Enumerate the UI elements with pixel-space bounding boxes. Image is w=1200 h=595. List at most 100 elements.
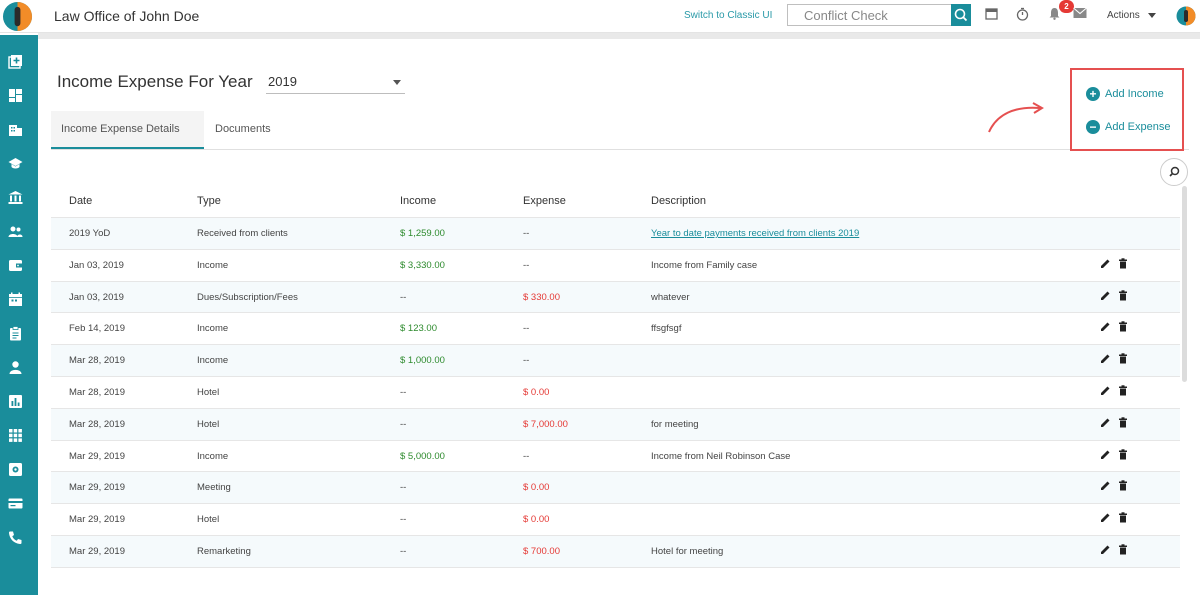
cell-type: Hotel bbox=[197, 418, 220, 430]
cell-expense: $ 0.00 bbox=[523, 482, 550, 494]
delete-icon[interactable] bbox=[1118, 289, 1128, 301]
year-select[interactable]: 2019 bbox=[266, 74, 405, 94]
actions-menu[interactable]: Actions bbox=[1107, 10, 1140, 21]
people-icon[interactable] bbox=[8, 224, 23, 239]
delete-icon[interactable] bbox=[1118, 385, 1128, 396]
chart-icon[interactable] bbox=[8, 394, 23, 409]
chevron-down-icon[interactable] bbox=[1148, 13, 1156, 18]
switch-classic-ui-link[interactable]: Switch to Classic UI bbox=[684, 10, 772, 21]
table-row[interactable]: Mar 29, 2019 Meeting -- $ 0.00 bbox=[51, 472, 1180, 505]
add-income-button[interactable]: + Add Income bbox=[1086, 87, 1164, 101]
delete-icon[interactable] bbox=[1118, 321, 1128, 332]
table-scrollbar[interactable] bbox=[1182, 186, 1187, 382]
table-row[interactable]: Feb 14, 2019 Income $ 123.00 -- ffsgfsgf bbox=[51, 313, 1180, 346]
mail-icon[interactable] bbox=[1073, 7, 1087, 19]
header-income[interactable]: Income bbox=[400, 186, 436, 216]
tab-documents[interactable]: Documents bbox=[205, 111, 295, 149]
header-date[interactable]: Date bbox=[69, 186, 92, 216]
cell-description: for meeting bbox=[651, 418, 699, 430]
cell-expense: $ 0.00 bbox=[523, 514, 550, 526]
cell-expense: $ 700.00 bbox=[523, 545, 560, 557]
cell-date: Jan 03, 2019 bbox=[69, 259, 124, 271]
table-row[interactable]: Mar 29, 2019 Income $ 5,000.00 -- Income fro… bbox=[51, 441, 1180, 473]
add-expense-label: Add Expense bbox=[1105, 121, 1171, 133]
wallet-icon[interactable] bbox=[8, 258, 23, 273]
table-search-button[interactable] bbox=[1160, 158, 1188, 186]
card-icon[interactable] bbox=[8, 496, 23, 511]
cell-type: Hotel bbox=[197, 386, 220, 398]
cell-expense: -- bbox=[523, 259, 530, 271]
table-row[interactable]: Jan 03, 2019 Dues/Subscription/Fees -- $ 33… bbox=[51, 281, 1180, 314]
delete-icon[interactable] bbox=[1118, 544, 1128, 555]
cell-description[interactable]: Year to date payments received from clie… bbox=[651, 218, 859, 249]
timer-icon[interactable] bbox=[1016, 7, 1029, 21]
user-avatar-icon[interactable] bbox=[1176, 6, 1196, 26]
cell-description: Income from Family case bbox=[651, 259, 758, 271]
delete-icon[interactable] bbox=[1118, 258, 1128, 269]
tab-income-expense-details[interactable]: Income Expense Details bbox=[51, 111, 204, 149]
cell-income: -- bbox=[400, 291, 407, 303]
edit-icon[interactable] bbox=[1100, 544, 1111, 555]
table-row[interactable]: Mar 28, 2019 Hotel -- $ 0.00 bbox=[51, 377, 1180, 409]
chevron-down-icon[interactable] bbox=[393, 80, 401, 85]
cell-type: Dues/Subscription/Fees bbox=[197, 291, 298, 303]
edit-icon[interactable] bbox=[1100, 449, 1111, 460]
table-row[interactable]: Jan 03, 2019 Income $ 3,330.00 -- Income fro… bbox=[51, 250, 1180, 282]
plus-icon: + bbox=[1086, 87, 1100, 101]
calendar-icon[interactable] bbox=[985, 7, 998, 20]
header-type[interactable]: Type bbox=[197, 186, 221, 216]
app-logo-icon[interactable] bbox=[2, 1, 33, 32]
settings-icon[interactable] bbox=[8, 462, 23, 477]
delete-icon[interactable] bbox=[1118, 448, 1128, 460]
table-row[interactable]: 2019 YoD Received from clients $ 1,259.00 -… bbox=[51, 218, 1180, 250]
cell-expense: $ 330.00 bbox=[523, 291, 560, 303]
person-icon[interactable] bbox=[8, 360, 23, 375]
conflict-search-button[interactable] bbox=[951, 4, 971, 26]
add-expense-button[interactable]: − Add Expense bbox=[1086, 120, 1170, 134]
edit-icon[interactable] bbox=[1100, 290, 1111, 301]
edit-icon[interactable] bbox=[1100, 353, 1111, 364]
delete-icon[interactable] bbox=[1118, 480, 1128, 491]
header-expense[interactable]: Expense bbox=[523, 186, 566, 216]
add-income-label: Add Income bbox=[1105, 88, 1164, 100]
cell-type: Income bbox=[197, 450, 229, 462]
cell-date: Mar 28, 2019 bbox=[69, 418, 125, 430]
cell-date: 2019 YoD bbox=[69, 228, 111, 239]
calendar-icon[interactable] bbox=[8, 292, 23, 307]
cell-expense: -- bbox=[523, 228, 530, 239]
minus-icon: − bbox=[1086, 120, 1100, 134]
row-actions bbox=[1100, 385, 1128, 396]
edit-icon[interactable] bbox=[1100, 512, 1111, 523]
header-divider bbox=[38, 33, 1200, 39]
header-description[interactable]: Description bbox=[651, 186, 706, 216]
cell-income: $ 1,000.00 bbox=[400, 355, 445, 367]
cell-description: whatever bbox=[651, 291, 690, 303]
cell-date: Jan 03, 2019 bbox=[69, 291, 124, 303]
dashboard-icon[interactable] bbox=[8, 88, 23, 103]
delete-icon[interactable] bbox=[1118, 512, 1128, 523]
cell-income: -- bbox=[400, 514, 407, 526]
row-actions bbox=[1100, 258, 1128, 269]
conflict-check-input[interactable]: Conflict Check bbox=[787, 4, 951, 26]
table-row[interactable]: Mar 29, 2019 Hotel -- $ 0.00 bbox=[51, 504, 1180, 536]
delete-icon[interactable] bbox=[1118, 417, 1128, 428]
table-row[interactable]: Mar 29, 2019 Remarketing -- $ 700.00 Hotel f… bbox=[51, 535, 1180, 568]
edit-icon[interactable] bbox=[1100, 321, 1111, 332]
edit-icon[interactable] bbox=[1100, 480, 1111, 491]
cell-type: Hotel bbox=[197, 514, 220, 526]
edit-icon[interactable] bbox=[1100, 417, 1111, 428]
edit-icon[interactable] bbox=[1100, 385, 1111, 396]
clipboard-icon[interactable] bbox=[8, 326, 23, 341]
bank-icon[interactable] bbox=[8, 190, 23, 205]
row-actions bbox=[1100, 512, 1128, 523]
delete-icon[interactable] bbox=[1118, 353, 1128, 364]
building-icon[interactable] bbox=[8, 122, 23, 137]
cell-date: Mar 29, 2019 bbox=[69, 545, 125, 557]
graduation-icon[interactable] bbox=[8, 156, 23, 171]
phone-icon[interactable] bbox=[8, 530, 23, 545]
apps-icon[interactable] bbox=[8, 428, 23, 443]
add-icon[interactable] bbox=[8, 54, 23, 69]
table-row[interactable]: Mar 28, 2019 Income $ 1,000.00 -- bbox=[51, 345, 1180, 377]
edit-icon[interactable] bbox=[1100, 258, 1111, 269]
table-row[interactable]: Mar 28, 2019 Hotel -- $ 7,000.00 for meeting bbox=[51, 408, 1180, 441]
